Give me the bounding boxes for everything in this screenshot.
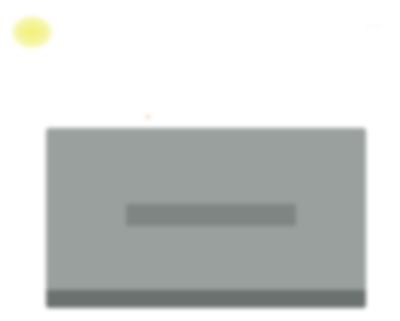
emoji-reaction-icon: •: [146, 110, 151, 124]
media-title: [126, 204, 296, 226]
post-media[interactable]: [46, 128, 366, 308]
post-header: ···: [6, 12, 394, 48]
media-bottom-bar: [46, 290, 366, 308]
avatar[interactable]: [12, 16, 52, 48]
blurred-post-page: ··· •: [0, 0, 400, 321]
more-dots-icon[interactable]: ···: [366, 18, 382, 33]
